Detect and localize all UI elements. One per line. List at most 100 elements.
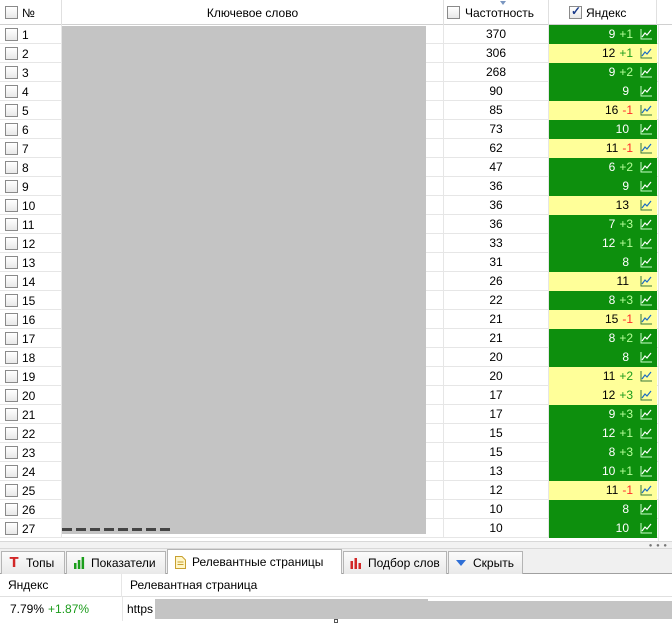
yandex-position-cell[interactable]: 9 [549,82,657,101]
yandex-position-cell[interactable]: 10 [549,519,657,538]
yandex-position-cell[interactable]: 8 [549,500,657,519]
row-checkbox[interactable] [5,104,18,117]
trend-chart-icon[interactable] [640,142,653,154]
header-num[interactable]: № [0,0,62,25]
yandex-position-cell[interactable]: 6 +2 [549,158,657,177]
yandex-position-cell[interactable]: 8 +3 [549,443,657,462]
row-checkbox[interactable] [5,123,18,136]
row-checkbox[interactable] [5,142,18,155]
yandex-position-cell[interactable]: 13 [549,196,657,215]
trend-chart-icon[interactable] [640,332,653,344]
tab-indicators[interactable]: Показатели [66,551,166,574]
panel-col-page[interactable]: Релевантная страница [122,574,672,597]
row-checkbox[interactable] [5,446,18,459]
row-checkbox[interactable] [5,313,18,326]
trend-chart-icon[interactable] [640,427,653,439]
trend-chart-icon[interactable] [640,237,653,249]
yandex-position-cell[interactable]: 11 -1 [549,139,657,158]
frequency-column-checkbox[interactable] [447,6,460,19]
yandex-position-cell[interactable]: 10 +1 [549,462,657,481]
row-checkbox[interactable] [5,389,18,402]
yandex-position-cell[interactable]: 12 +1 [549,424,657,443]
yandex-position-cell[interactable]: 12 +1 [549,44,657,63]
yandex-position-cell[interactable]: 7 +3 [549,215,657,234]
header-frequency[interactable]: Частотность [444,0,549,25]
trend-chart-icon[interactable] [640,294,653,306]
row-checkbox[interactable] [5,28,18,41]
tab-hide[interactable]: Скрыть [448,551,523,574]
trend-chart-icon[interactable] [640,218,653,230]
trend-chart-icon[interactable] [640,28,653,40]
column-separator [122,597,123,621]
row-checkbox[interactable] [5,275,18,288]
trend-chart-icon[interactable] [640,256,653,268]
yandex-position-cell[interactable]: 12 +3 [549,386,657,405]
yandex-position-cell[interactable]: 8 +3 [549,291,657,310]
yandex-position-cell[interactable]: 15 -1 [549,310,657,329]
row-checkbox[interactable] [5,85,18,98]
trend-chart-icon[interactable] [640,199,653,211]
yandex-position-cell[interactable]: 8 +2 [549,329,657,348]
tab-word-selection[interactable]: Подбор слов [343,551,447,574]
header-keyword[interactable]: Ключевое слово [62,0,444,25]
trend-chart-icon[interactable] [640,503,653,515]
row-checkbox[interactable] [5,465,18,478]
trend-chart-icon[interactable] [640,275,653,287]
row-checkbox[interactable] [5,408,18,421]
row-checkbox[interactable] [5,161,18,174]
trend-chart-icon[interactable] [640,85,653,97]
panel-splitter[interactable]: ● ● ● [0,541,672,549]
row-checkbox[interactable] [5,47,18,60]
row-checkbox[interactable] [5,427,18,440]
trend-chart-icon[interactable] [640,408,653,420]
panel-col-engine[interactable]: Яндекс [0,574,122,597]
header-yandex[interactable]: Яндекс [549,0,657,25]
trend-chart-icon[interactable] [640,484,653,496]
yandex-position-cell[interactable]: 9 +2 [549,63,657,82]
yandex-position-cell[interactable]: 16 -1 [549,101,657,120]
row-checkbox[interactable] [5,218,18,231]
yandex-column-checkbox[interactable] [569,4,582,19]
row-checkbox[interactable] [5,332,18,345]
trend-chart-icon[interactable] [640,123,653,135]
trend-chart-icon[interactable] [640,389,653,401]
select-all-checkbox[interactable] [5,6,18,19]
yandex-position-cell[interactable]: 8 [549,348,657,367]
row-checkbox[interactable] [5,484,18,497]
yandex-position-cell[interactable]: 11 [549,272,657,291]
trend-chart-icon[interactable] [640,446,653,458]
vertical-scrollbar[interactable] [658,25,672,541]
relevant-page-url[interactable]: https [127,597,153,621]
trend-chart-icon[interactable] [640,104,653,116]
yandex-position-cell[interactable]: 9 +1 [549,25,657,44]
row-checkbox[interactable] [5,351,18,364]
row-checkbox[interactable] [5,66,18,79]
row-checkbox[interactable] [5,294,18,307]
yandex-position-cell[interactable]: 9 +3 [549,405,657,424]
yandex-position-cell[interactable]: 8 [549,253,657,272]
trend-chart-icon[interactable] [640,370,653,382]
trend-chart-icon[interactable] [640,313,653,325]
position-value: 12 [601,388,616,402]
yandex-position-cell[interactable]: 10 [549,120,657,139]
trend-chart-icon[interactable] [640,161,653,173]
trend-chart-icon[interactable] [640,465,653,477]
trend-chart-icon[interactable] [640,180,653,192]
row-checkbox[interactable] [5,237,18,250]
yandex-position-cell[interactable]: 11 -1 [549,481,657,500]
tab-tops[interactable]: T Топы [1,551,65,574]
yandex-position-cell[interactable]: 9 [549,177,657,196]
row-checkbox[interactable] [5,256,18,269]
row-checkbox[interactable] [5,199,18,212]
tab-relevant-pages[interactable]: Релевантные страницы [167,549,342,574]
trend-chart-icon[interactable] [640,66,653,78]
trend-chart-icon[interactable] [640,522,653,534]
row-checkbox[interactable] [5,503,18,516]
row-checkbox[interactable] [5,522,18,535]
trend-chart-icon[interactable] [640,351,653,363]
yandex-position-cell[interactable]: 12 +1 [549,234,657,253]
row-checkbox[interactable] [5,180,18,193]
trend-chart-icon[interactable] [640,47,653,59]
row-checkbox[interactable] [5,370,18,383]
yandex-position-cell[interactable]: 11 +2 [549,367,657,386]
